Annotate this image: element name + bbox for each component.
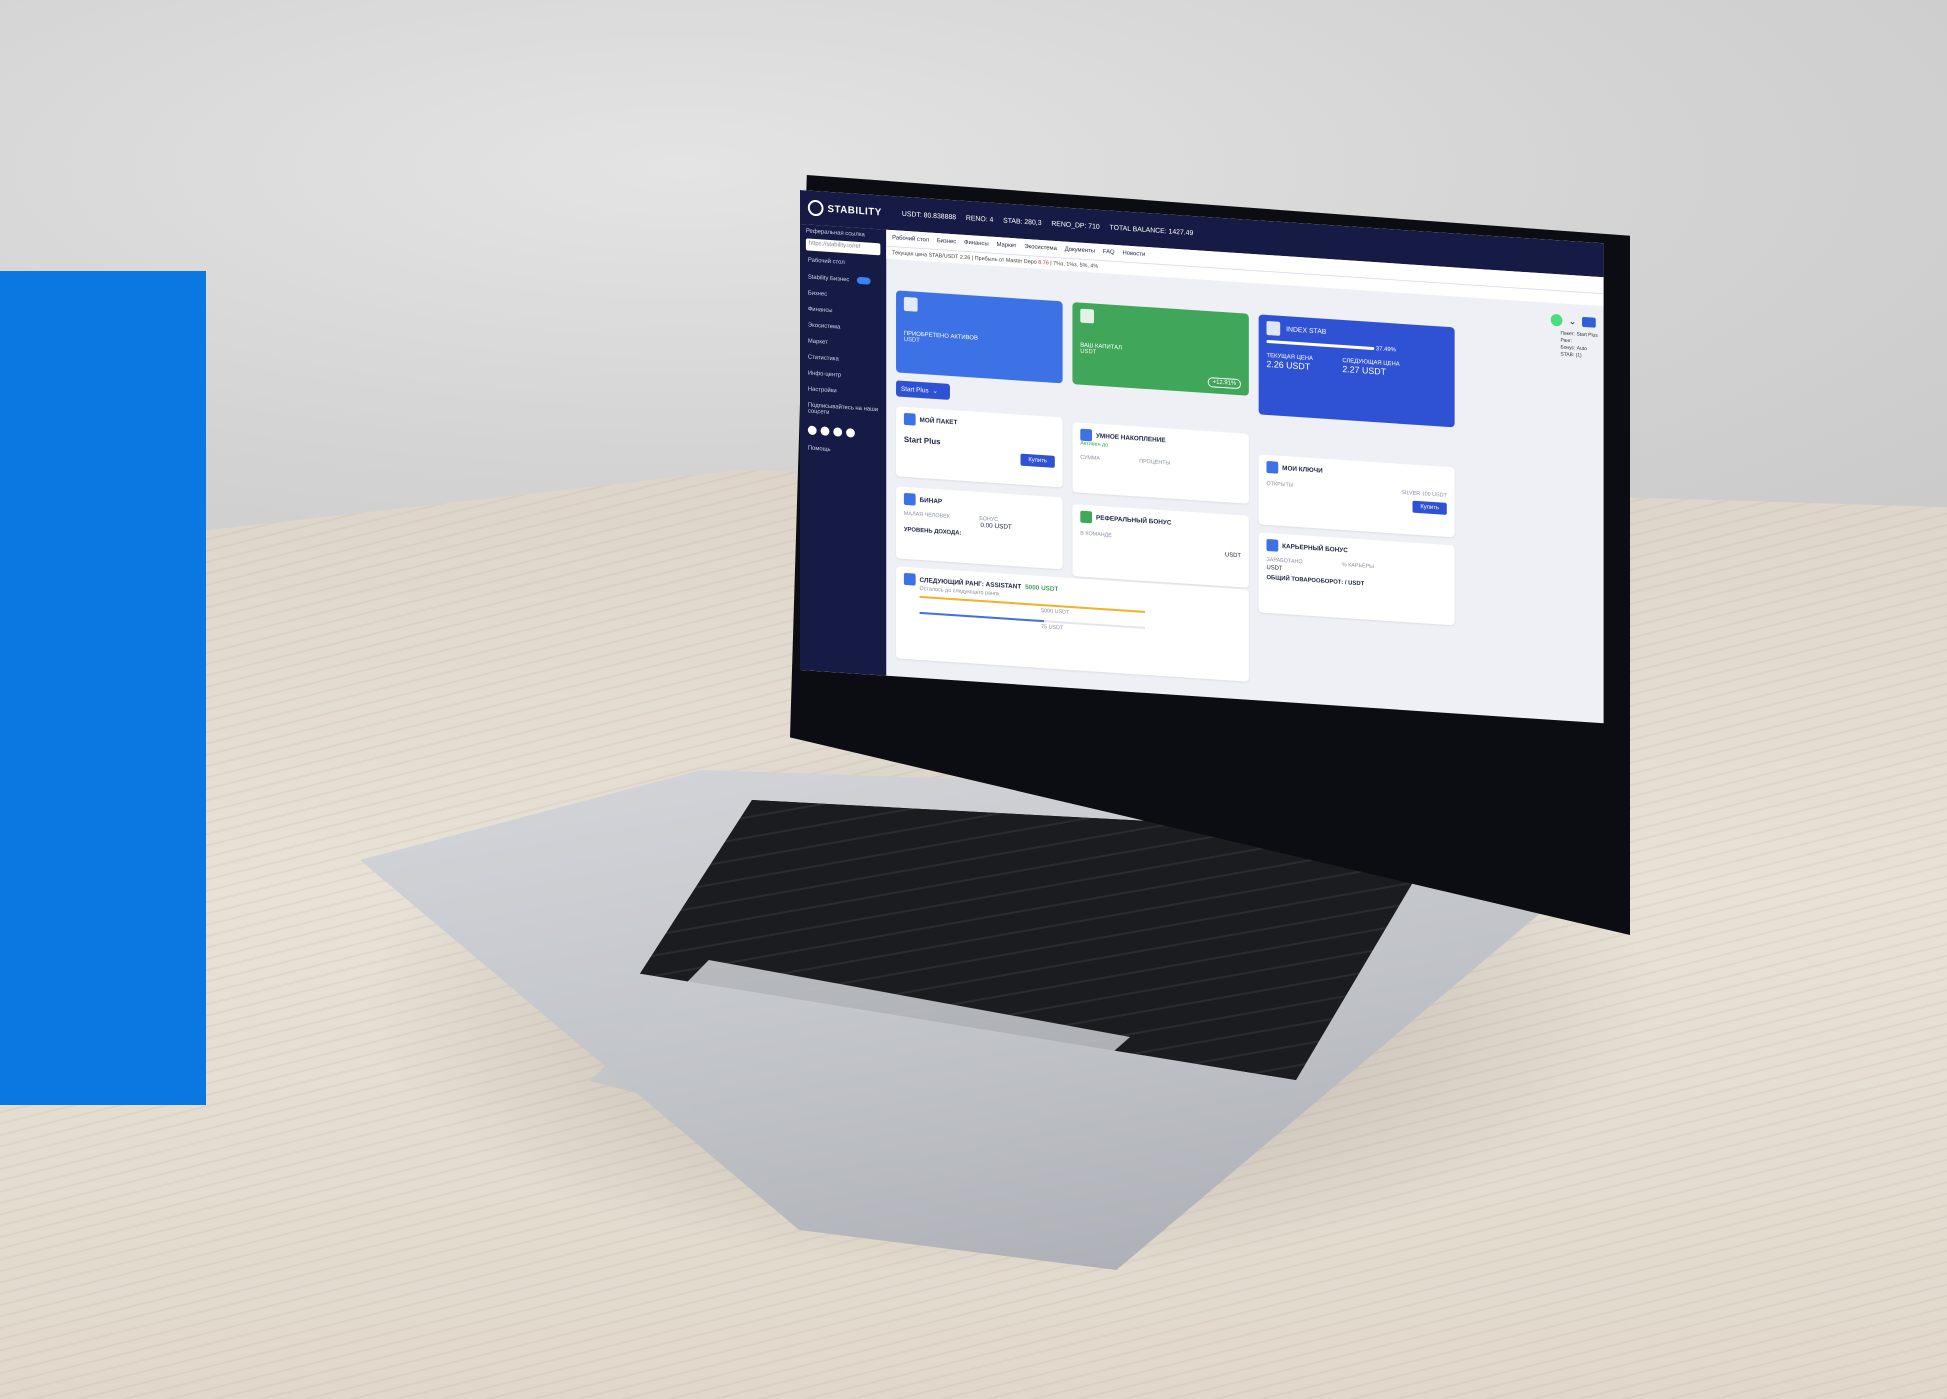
next-rank-amount: 5000 USDT [1025, 583, 1059, 593]
ticker-rest: | 7%з, 1%з, 5%, 4% [1050, 260, 1099, 270]
capital-change: +12.91% [1207, 377, 1241, 390]
binar-title: БИНАР [919, 496, 943, 505]
sidebar-item-label: Бизнес [807, 290, 828, 298]
balance-reno-dp: RENO_DP: 710 [1051, 220, 1100, 231]
acquired-assets-card: ПРИОБРЕТЕНО АКТИВОВ USDT [896, 290, 1063, 384]
index-stab-card: INDEX STAB 37.49% ТЕКУЩАЯ ЦЕНА 2.26 USDT… [1258, 314, 1455, 428]
career-turnover: ОБЩИЙ ТОВАРООБОРОТ: [1266, 574, 1344, 587]
referral-bonus-widget: РЕФЕРАЛЬНЫЙ БОНУС В КОМАНДЕ USDT [1072, 504, 1249, 588]
ref-bonus-title: РЕФЕРАЛЬНЫЙ БОНУС [1095, 514, 1172, 527]
balance-usdt: USDT: 80.838888 [901, 210, 957, 221]
instagram-icon[interactable] [833, 427, 843, 437]
logout-icon[interactable] [1582, 316, 1596, 328]
buy-package-button[interactable]: Купить [1020, 453, 1055, 468]
career-title: КАРЬЕРНЫЙ БОНУС [1282, 542, 1348, 554]
user-area: ⌄ [1551, 313, 1596, 329]
tab-finance[interactable]: Финансы [964, 240, 989, 248]
capital-card: ВАШ КАПИТАЛ USDT +12.91% [1072, 302, 1249, 396]
balance-reno: RENO: 4 [965, 214, 994, 224]
binar-widget: БИНАР МАЛАЯ ЧЕЛОВЕК БОНУС 0.00 USDT УРОВ… [896, 486, 1063, 570]
sidebar-item-label: Stability Бизнес [807, 274, 850, 283]
index-prices: ТЕКУЩАЯ ЦЕНА 2.26 USDT СЛЕДУЮЩАЯ ЦЕНА 2.… [1266, 353, 1446, 381]
tab-business[interactable]: Бизнес [937, 238, 956, 245]
my-keys-widget: МОИ КЛЮЧИ ОТКРЫТЫ SILVER 100 USDT Купить [1258, 454, 1455, 538]
chevron-down-icon: ⌄ [932, 387, 938, 396]
sidebar-item-label: Финансы [807, 306, 833, 315]
savings-icon [1080, 428, 1093, 442]
buy-keys-button[interactable]: Купить [1412, 500, 1447, 515]
logo-icon [807, 199, 824, 217]
keys-silver: SILVER 100 USDT [1401, 489, 1447, 499]
tab-market[interactable]: Маркет [997, 242, 1017, 249]
tab-faq[interactable]: FAQ [1103, 249, 1115, 256]
logo-text: STABILITY [827, 203, 882, 218]
laptop-screen: STABILITY USDT: 80.838888 RENO: 4 STAB: … [800, 190, 1604, 724]
tab-desktop[interactable]: Рабочий стол [892, 235, 929, 243]
index-percent: 37.49% [1375, 346, 1396, 354]
avatar[interactable] [1551, 313, 1563, 327]
rank-progress-2-fill [919, 611, 1044, 623]
index-title: INDEX STAB [1286, 325, 1327, 336]
keys-title: МОИ КЛЮЧИ [1282, 464, 1323, 475]
sidebar-item-label: Рабочий стол [807, 257, 845, 266]
chevron-down-icon[interactable]: ⌄ [1569, 315, 1576, 326]
balance-total: TOTAL BALANCE: 1427.49 [1109, 224, 1194, 237]
rank-icon [903, 572, 916, 586]
career-percent: % КАРЬЕРЫ [1341, 561, 1374, 571]
sidebar: Реферальная ссылка https://stability.io/… [800, 224, 887, 676]
package-icon [903, 412, 916, 426]
package-select[interactable]: Start Plus ⌄ [896, 380, 950, 400]
user-info: Пакет: Start Plus Ранг: Бонус: Auto STAB… [1560, 330, 1597, 360]
sidebar-item-label: Экосистема [807, 322, 841, 331]
index-icon [1266, 320, 1281, 336]
business-toggle[interactable] [856, 276, 871, 285]
career-icon [1266, 538, 1279, 552]
binar-icon [903, 492, 916, 506]
key-icon [1266, 460, 1279, 474]
brand-color-panel [0, 271, 206, 1105]
smart-percent: ПРОЦЕНТЫ [1139, 458, 1171, 467]
current-price: 2.26 USDT [1266, 358, 1311, 372]
package-select-label: Start Plus [900, 385, 929, 395]
tab-news[interactable]: Новости [1122, 250, 1145, 258]
wallet-icon [903, 296, 918, 312]
my-package-title: МОЙ ПАКЕТ [919, 416, 958, 426]
dashboard-ui: STABILITY USDT: 80.838888 RENO: 4 STAB: … [800, 190, 1604, 724]
career-turnover-unit: / USDT [1344, 580, 1365, 588]
referral-icon [1080, 510, 1093, 524]
youtube-icon[interactable] [820, 426, 830, 436]
career-earned: ЗАРАБОТАНО [1266, 556, 1303, 566]
sidebar-item-label: Маркет [807, 338, 828, 346]
sidebar-item-label: Инфо-центр [807, 370, 842, 379]
binar-people: МАЛАЯ ЧЕЛОВЕК [903, 510, 950, 520]
smart-savings-widget: УМНОЕ НАКОПЛЕНИЕ Активен до СУММА ПРОЦЕН… [1072, 422, 1249, 504]
my-package-widget: МОЙ ПАКЕТ Start Plus Купить [896, 406, 1063, 488]
sidebar-item-label: Статистика [807, 354, 839, 363]
sidebar-item-label: Настройки [807, 386, 837, 395]
keys-opened: ОТКРЫТЫ [1266, 480, 1294, 489]
ticker-highlight: 8.76 [1038, 259, 1049, 267]
main-content: Рабочий стол Бизнес Финансы Маркет Экоси… [886, 229, 1604, 724]
tab-ecosystem[interactable]: Экосистема [1024, 244, 1057, 252]
balance-stab: STAB: 280,3 [1003, 216, 1042, 227]
telegram-icon[interactable] [807, 425, 817, 436]
smart-sum: СУММА [1080, 454, 1101, 462]
career-bonus-widget: КАРЬЕРНЫЙ БОНУС ЗАРАБОТАНО % КАРЬЕРЫ USD… [1258, 532, 1455, 626]
chart-icon [1080, 308, 1094, 324]
facebook-icon[interactable] [846, 428, 855, 438]
tab-documents[interactable]: Документы [1065, 247, 1095, 255]
index-progress-bar [1266, 339, 1375, 351]
info-stab: STAB: (1) [1560, 351, 1582, 359]
